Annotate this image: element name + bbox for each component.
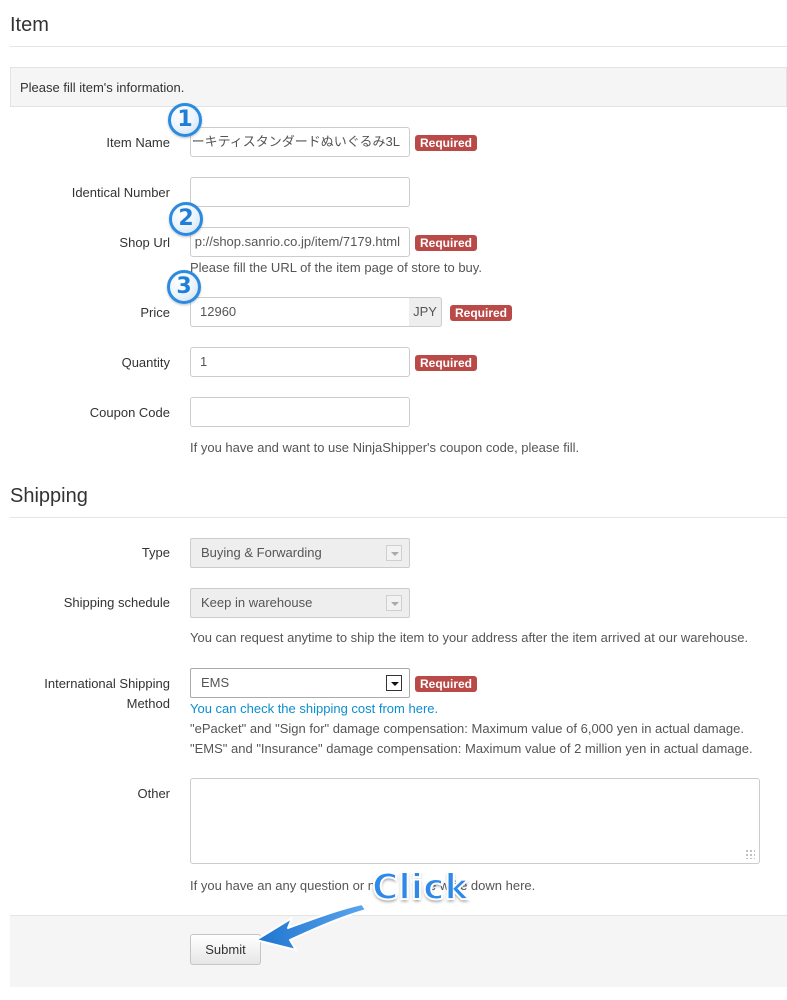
shop-url-required-badge: Required (415, 235, 478, 251)
shipping-schedule-label: Shipping schedule (63, 595, 170, 610)
shipping-method-required-badge: Required (415, 676, 478, 692)
annotation-marker-2: 2 (169, 202, 203, 236)
shop-url-value: p://shop.sanrio.co.jp/item/7179.html (194, 234, 400, 249)
shipping-method-value: EMS (201, 675, 230, 690)
chevron-down-icon (386, 595, 402, 611)
ems-compensation-note: "EMS" and "Insurance" damage compensatio… (190, 741, 753, 756)
shop-url-help: Please fill the URL of the item page of … (190, 260, 482, 275)
annotation-marker-3: 3 (167, 270, 201, 304)
item-title-divider (10, 46, 787, 47)
resize-grip-icon[interactable] (745, 849, 755, 859)
shipping-type-value: Buying & Forwarding (201, 545, 322, 560)
annotation-arrow-icon (255, 903, 367, 951)
annotation-marker-1: 1 (168, 103, 202, 137)
chevron-down-icon (386, 675, 402, 691)
quantity-required-badge: Required (415, 355, 478, 371)
other-help: If you have an any question or ne write … (190, 877, 535, 895)
identical-number-label: Identical Number (71, 185, 170, 200)
item-name-value: ハローキティスタンダードぬいぐるみ3L (191, 134, 400, 149)
coupon-code-help: If you have and want to use NinjaShipper… (190, 440, 580, 455)
shop-url-input[interactable]: p://shop.sanrio.co.jp/item/7179.html (190, 227, 410, 257)
item-name-required-badge: Required (415, 135, 478, 151)
shipping-schedule-help: You can request anytime to ship the item… (190, 630, 749, 645)
annotation-click-text: Click (371, 867, 469, 909)
epacket-compensation-note: "ePacket" and "Sign for" damage compensa… (190, 721, 744, 736)
item-name-input[interactable]: ハローキティスタンダードぬいぐるみ3L (190, 127, 410, 157)
coupon-code-label: Coupon Code (89, 405, 170, 420)
shop-url-label: Shop Url (119, 235, 170, 250)
item-name-label: Item Name (106, 135, 170, 150)
price-label: Price (140, 305, 170, 320)
shipping-section-title: Shipping (10, 485, 88, 507)
coupon-code-input[interactable] (190, 397, 410, 427)
shipping-cost-link[interactable]: You can check the shipping cost from her… (190, 700, 438, 718)
shipping-schedule-select[interactable]: Keep in warehouse (190, 588, 410, 618)
price-currency-addon: JPY (409, 297, 442, 327)
shipping-type-label: Type (141, 545, 170, 560)
shipping-method-label-line1: International Shipping (44, 676, 170, 691)
shipping-method-select[interactable]: EMS (190, 668, 410, 698)
shipping-schedule-value: Keep in warehouse (201, 595, 313, 610)
quantity-label: Quantity (121, 355, 170, 370)
shipping-type-select[interactable]: Buying & Forwarding (190, 538, 410, 568)
shipping-method-label-line2: Method (126, 696, 170, 711)
quantity-input[interactable]: 1 (190, 347, 410, 377)
form-actions-bar (10, 915, 787, 987)
other-label: Other (137, 786, 170, 801)
other-textarea[interactable] (190, 778, 760, 864)
item-info-notice: Please fill item's information. (10, 67, 787, 107)
identical-number-input[interactable] (190, 177, 410, 207)
price-required-badge: Required (450, 305, 513, 321)
other-help-text: If you have an any question or n (190, 878, 376, 893)
item-section-title: Item (10, 14, 49, 36)
chevron-down-icon (386, 545, 402, 561)
shipping-title-divider (10, 517, 787, 518)
price-input[interactable]: 12960 (190, 297, 410, 327)
